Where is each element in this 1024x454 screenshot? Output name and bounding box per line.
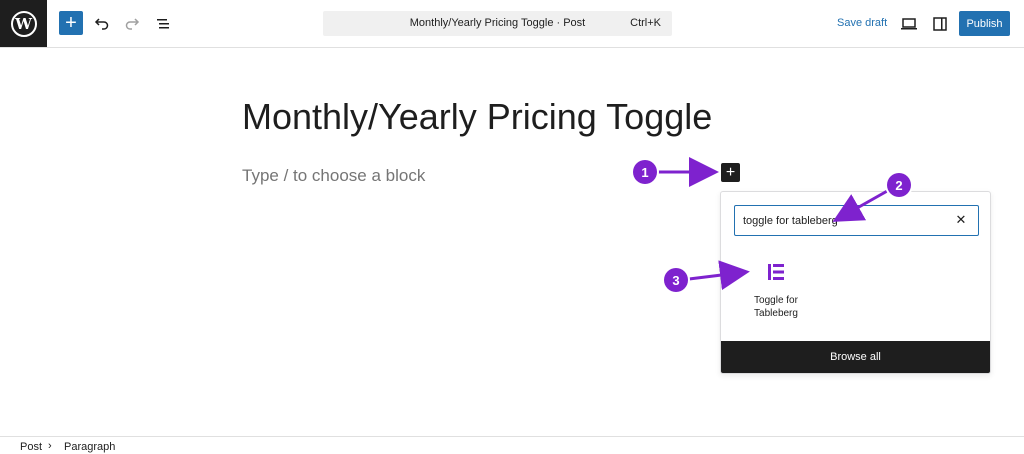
toggle-list-icon — [768, 264, 784, 280]
block-result-label-line1: Toggle for — [754, 295, 798, 306]
publish-button[interactable]: Publish — [959, 11, 1010, 36]
block-result-label-line2: Tableberg — [754, 308, 798, 319]
wordpress-logo-button[interactable]: W — [0, 0, 47, 47]
browse-all-button[interactable]: Browse all — [721, 341, 990, 373]
document-overview-button[interactable] — [151, 12, 175, 36]
breadcrumb-item-post[interactable]: Post — [20, 441, 42, 453]
editor-header: W + Monthly/Yearly Pricing Toggle · Post… — [0, 0, 1024, 48]
block-search-field[interactable]: ✕ — [734, 205, 979, 236]
paragraph-block-placeholder[interactable]: Type / to choose a block — [242, 166, 425, 186]
wordpress-logo-icon: W — [10, 10, 37, 37]
step-badge-3: 3 — [664, 268, 688, 292]
settings-button[interactable] — [928, 12, 952, 36]
step-badge-1: 1 — [633, 160, 657, 184]
breadcrumb-item-paragraph[interactable]: Paragraph — [64, 441, 115, 453]
preview-button[interactable] — [897, 12, 921, 36]
undo-icon — [94, 18, 109, 30]
add-block-button[interactable]: + — [59, 11, 83, 35]
block-inserter-button[interactable]: + — [721, 163, 740, 182]
plus-icon: + — [725, 163, 736, 181]
step-badge-2: 2 — [887, 173, 911, 197]
list-view-icon — [157, 19, 169, 29]
block-breadcrumb: Post › Paragraph — [0, 436, 1024, 454]
post-title[interactable]: Monthly/Yearly Pricing Toggle — [242, 96, 712, 138]
desktop-preview-icon — [901, 18, 917, 30]
plus-icon: + — [65, 12, 77, 34]
command-palette-bar[interactable]: Monthly/Yearly Pricing Toggle · Post Ctr… — [323, 11, 672, 36]
block-result-toggle-for-tableberg[interactable]: Toggle for Tableberg — [743, 254, 809, 324]
breadcrumb-separator: › — [48, 440, 52, 452]
undo-button[interactable] — [90, 12, 114, 36]
close-icon: ✕ — [955, 212, 967, 227]
block-result-label: Toggle for Tableberg — [743, 294, 809, 320]
block-inserter-popover: ✕ Toggle for Tableberg Browse all — [720, 191, 991, 374]
block-search-input[interactable] — [743, 212, 948, 229]
command-shortcut: Ctrl+K — [630, 17, 661, 29]
redo-button[interactable] — [120, 12, 144, 36]
clear-search-button[interactable]: ✕ — [953, 212, 969, 228]
redo-icon — [125, 18, 140, 30]
save-draft-button[interactable]: Save draft — [837, 17, 887, 29]
document-title: Monthly/Yearly Pricing Toggle · Post — [409, 17, 586, 29]
sidebar-settings-icon — [933, 17, 947, 31]
